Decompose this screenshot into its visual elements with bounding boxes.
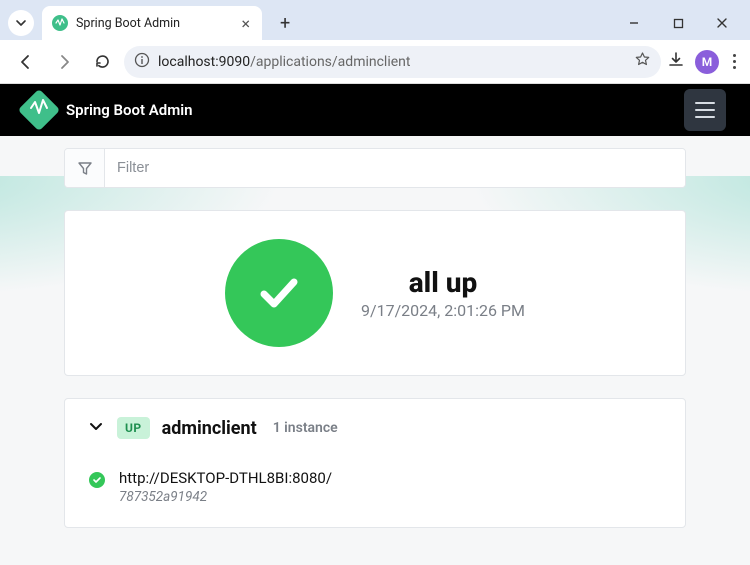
nav-forward-button[interactable]	[48, 46, 80, 78]
status-check-icon	[225, 239, 333, 347]
tab-favicon-icon	[52, 15, 68, 31]
window-minimize-button[interactable]	[614, 9, 654, 37]
window-close-button[interactable]	[702, 9, 742, 37]
hamburger-menu-button[interactable]	[684, 89, 726, 131]
bookmark-star-icon[interactable]	[634, 51, 651, 72]
application-card: UP adminclient 1 instance http://DESKTOP…	[64, 398, 686, 528]
site-info-icon[interactable]	[134, 52, 150, 72]
filter-input[interactable]	[105, 149, 685, 187]
browser-menu-button[interactable]	[729, 50, 740, 73]
status-timestamp: 9/17/2024, 2:01:26 PM	[361, 301, 525, 320]
profile-avatar[interactable]: M	[695, 50, 719, 74]
new-tab-button[interactable]: +	[272, 9, 298, 38]
app-navbar: Spring Boot Admin	[0, 84, 750, 136]
brand-logo-icon	[18, 89, 60, 131]
status-title: all up	[361, 266, 525, 299]
instance-status-icon	[89, 472, 105, 488]
address-url: localhost:9090/applications/adminclient	[158, 54, 626, 70]
instance-count: 1 instance	[273, 420, 338, 436]
app-body: all up 9/17/2024, 2:01:26 PM UP admincli…	[0, 136, 750, 565]
downloads-icon[interactable]	[667, 51, 685, 73]
address-bar[interactable]: localhost:9090/applications/adminclient	[124, 46, 661, 78]
browser-tab-strip: Spring Boot Admin × +	[0, 0, 750, 40]
nav-reload-button[interactable]	[86, 46, 118, 78]
instance-id: 787352a91942	[119, 489, 332, 505]
filter-icon[interactable]	[65, 149, 105, 187]
browser-tab[interactable]: Spring Boot Admin ×	[42, 6, 262, 40]
application-header[interactable]: UP adminclient 1 instance	[65, 399, 685, 457]
status-badge: UP	[117, 417, 150, 439]
filter-row	[64, 148, 686, 188]
instance-row[interactable]: http://DESKTOP-DTHL8BI:8080/ 787352a9194…	[65, 457, 685, 527]
nav-back-button[interactable]	[10, 46, 42, 78]
brand[interactable]: Spring Boot Admin	[24, 95, 193, 125]
browser-toolbar: localhost:9090/applications/adminclient …	[0, 40, 750, 84]
application-name: adminclient	[162, 418, 257, 439]
tab-search-dropdown[interactable]	[8, 10, 34, 36]
brand-title: Spring Boot Admin	[66, 101, 193, 119]
window-maximize-button[interactable]	[658, 9, 698, 37]
tab-title: Spring Boot Admin	[76, 16, 239, 31]
tab-close-icon[interactable]: ×	[239, 14, 252, 33]
status-card: all up 9/17/2024, 2:01:26 PM	[64, 210, 686, 376]
chevron-down-icon	[87, 417, 105, 439]
instance-url: http://DESKTOP-DTHL8BI:8080/	[119, 469, 332, 487]
